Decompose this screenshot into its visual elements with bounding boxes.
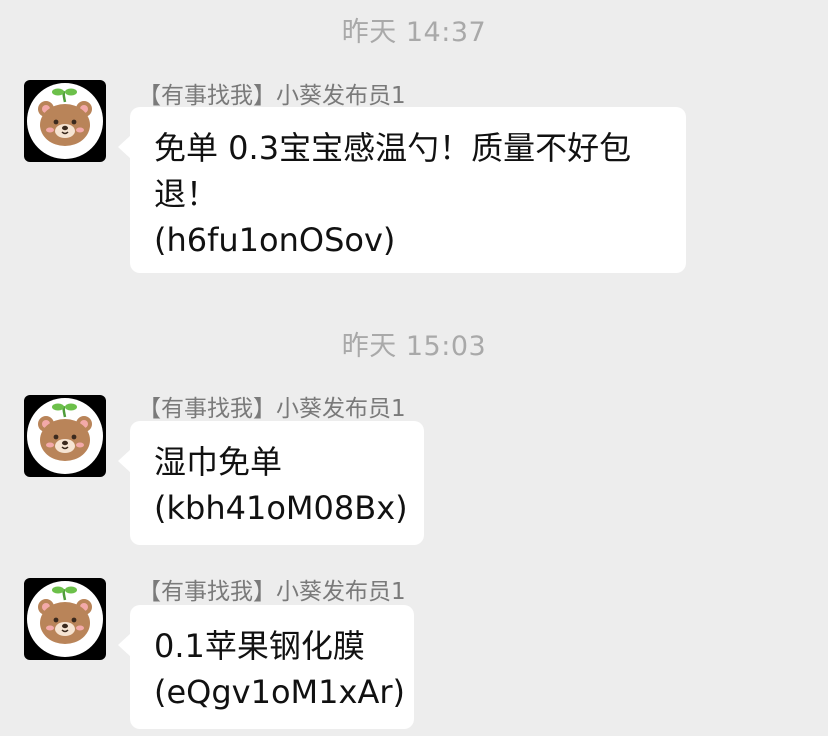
message-text: 0.1苹果钢化膜	[154, 627, 365, 665]
avatar[interactable]	[24, 578, 106, 660]
bear-avatar-icon	[27, 83, 103, 159]
sender-name: 【有事找我】小葵发布员1	[138, 579, 406, 605]
sender-name: 【有事找我】小葵发布员1	[138, 396, 406, 422]
timestamp: 昨天 14:37	[341, 17, 487, 48]
chat-view: 昨天 14:37 【有事找我】小葵发布员1 免单 0.3宝宝感温勺！质量不好包 …	[0, 0, 828, 736]
message-code: (h6fu1onOSov)	[154, 221, 396, 259]
timestamp: 昨天 15:03	[341, 331, 487, 362]
message-bubble[interactable]: 湿巾免单 (kbh41oM08Bx)	[118, 421, 424, 545]
bear-avatar-icon	[27, 581, 103, 657]
message-text: 免单 0.3宝宝感温勺！质量不好包	[154, 129, 632, 167]
bear-avatar-icon	[27, 398, 103, 474]
sender-name: 【有事找我】小葵发布员1	[138, 83, 406, 109]
message-bubble[interactable]: 0.1苹果钢化膜 (eQgv1oM1xAr)	[118, 605, 414, 729]
message-code: (eQgv1oM1xAr)	[154, 673, 405, 711]
message-bubble[interactable]: 免单 0.3宝宝感温勺！质量不好包 退！ (h6fu1onOSov)	[118, 107, 686, 273]
message-code: (kbh41oM08Bx)	[154, 489, 408, 527]
avatar[interactable]	[24, 395, 106, 477]
message-text: 退！	[154, 175, 219, 213]
avatar[interactable]	[24, 80, 106, 162]
message-text: 湿巾免单	[154, 443, 283, 481]
